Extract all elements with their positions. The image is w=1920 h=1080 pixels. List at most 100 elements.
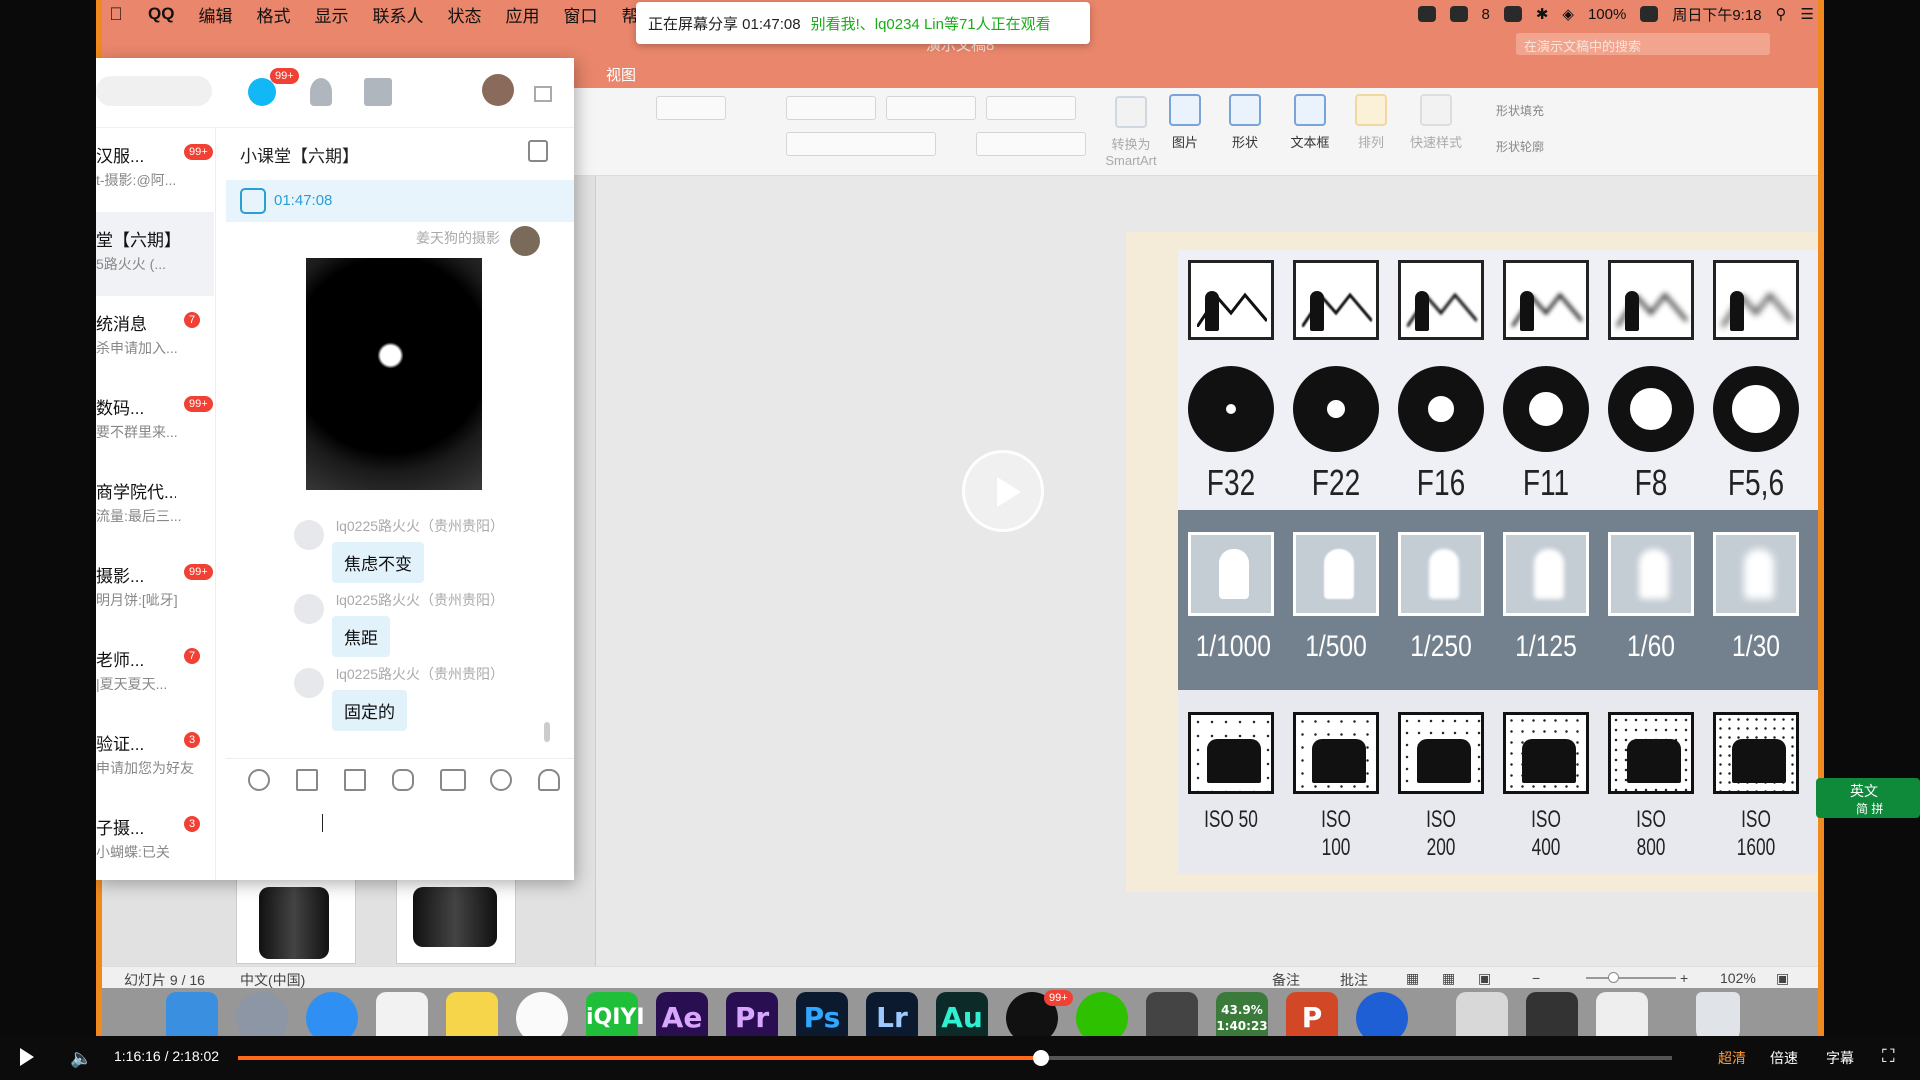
qq-search-input[interactable] [96,76,212,106]
shape-button[interactable]: 形状 [1220,94,1270,151]
record-icon[interactable] [1449,6,1468,22]
menu-window[interactable]: 窗口 [551,2,609,27]
msg-bubble-1[interactable]: 焦虑不变 [332,542,424,583]
message-input[interactable] [226,800,574,880]
audition-icon[interactable]: Au [936,992,988,1036]
folder-icon[interactable] [344,769,366,791]
shared-photo[interactable] [306,258,482,490]
menu-edit[interactable]: 编辑 [186,2,244,27]
reminders-icon[interactable] [376,992,428,1036]
msg-bubble-3[interactable]: 固定的 [332,690,407,731]
picture-button[interactable]: 图片 [1160,94,1210,151]
messages-icon[interactable] [248,78,276,106]
progress-knob[interactable] [1033,1050,1050,1066]
screen-share-banner[interactable]: 正在屏幕分享 01:47:08 别看我!、lq0234 Lin等71人正在观看 [636,2,1090,44]
indent-button[interactable] [886,96,976,120]
fit-window-icon[interactable]: ▣ [1776,970,1789,987]
language-indicator[interactable]: 中文(中国) [240,970,305,990]
activity-widget[interactable]: 43.9% 1:40:23 [1216,992,1268,1036]
menu-status[interactable]: 状态 [435,2,493,27]
slideshow-view-icon[interactable]: ▣ [1478,970,1491,987]
chat-info-icon[interactable] [528,140,548,162]
iqiyi-icon[interactable]: iQIYI [586,992,645,1036]
quicktime-icon[interactable] [1356,992,1408,1036]
shape-outline-button[interactable]: 形状轮廓 [1496,138,1544,155]
premiere-icon[interactable]: Pr [726,992,778,1036]
slide-thumbnail-lens-2[interactable] [396,878,516,964]
ime-indicator[interactable]: 英文 简 拼 [1816,778,1920,818]
slide-thumbnail-lens-1[interactable] [236,878,356,964]
screen-share-notice[interactable]: 01:47:08 [226,180,574,222]
finder-icon[interactable] [166,992,218,1036]
photos-icon[interactable] [516,992,568,1036]
preview-window-2[interactable] [1526,992,1578,1036]
sidebar-toggle-icon[interactable] [534,86,552,102]
msg-avatar-2[interactable] [294,594,324,624]
wechat-icon[interactable] [1076,992,1128,1036]
photoshop-icon[interactable]: Ps [796,992,848,1036]
microphone-icon[interactable] [392,769,414,791]
notes-icon[interactable] [446,992,498,1036]
emoji-icon[interactable] [248,769,270,791]
smartart-button[interactable]: 转换为 SmartArt [1096,96,1166,168]
menu-app-qq[interactable]: QQ [136,4,186,24]
video-call-icon[interactable] [440,769,466,791]
battery-percent[interactable]: 100% [1588,6,1626,23]
sorter-view-icon[interactable]: ▦ [1442,970,1455,987]
bullets-button[interactable] [786,96,876,120]
conversation-item[interactable]: 统消息 杀申请加入... 7 [96,296,214,380]
slide[interactable]: F32F22F16F11F8F5,6F4F2,8F2F1,4 1/10001/5… [1126,232,1824,892]
safari-icon[interactable] [306,992,358,1036]
comments-button[interactable]: 批注 [1340,970,1368,990]
tab-view[interactable]: 视图 [606,64,636,85]
photo-sender-avatar[interactable] [510,226,540,256]
menu-view[interactable]: 显示 [302,2,360,27]
zoom-slider[interactable] [1586,977,1676,979]
camera-icon[interactable] [1146,992,1198,1036]
spotlight-icon[interactable]: ⚲ [1776,5,1787,23]
preview-window-3[interactable] [1596,992,1648,1036]
shape-fill-button[interactable]: 形状填充 [1496,102,1544,119]
slide-canvas[interactable]: F32F22F16F11F8F5,6F4F2,8F2F1,4 1/10001/5… [596,176,1824,966]
user-avatar[interactable] [482,74,514,106]
zoom-in-icon[interactable]: + [1680,970,1688,986]
notification-icon[interactable]: ☰ [1801,5,1814,23]
menu-apps[interactable]: 应用 [493,2,551,27]
align-buttons[interactable] [786,132,936,156]
speed-button[interactable]: 倍速 [1770,1048,1798,1068]
adobe-tray-count[interactable]: 8 [1482,6,1490,23]
preview-window-1[interactable] [1456,992,1508,1036]
screen-share-viewers[interactable]: 别看我!、lq0234 Lin等71人正在观看 [811,13,1051,34]
qq-tray-icon[interactable] [1417,6,1436,22]
menu-contacts[interactable]: 联系人 [360,2,435,27]
cloud-icon[interactable] [1503,6,1522,22]
zoom-out-icon[interactable]: − [1532,970,1540,986]
zoom-percent[interactable]: 102% [1720,970,1756,986]
conversation-item[interactable]: 商学院代... 流量:最后三... [96,464,214,548]
wifi-icon[interactable]: ◈ [1562,5,1574,23]
scissors-icon[interactable] [296,769,318,791]
msg-avatar-3[interactable] [294,668,324,698]
contacts-icon[interactable] [310,78,332,106]
fullscreen-icon[interactable]: ⛶ [1882,1046,1895,1067]
columns-button[interactable] [976,132,1086,156]
history-icon[interactable] [490,769,512,791]
zoom-slider-knob[interactable] [1608,972,1619,983]
line-spacing-button[interactable] [986,96,1076,120]
after-effects-icon[interactable]: Ae [656,992,708,1036]
input-icon[interactable] [1640,6,1659,22]
bluetooth-icon[interactable]: ✱ [1536,5,1549,23]
msg-bubble-2[interactable]: 焦距 [332,616,390,657]
subtitle-button[interactable]: 字幕 [1826,1048,1854,1068]
quality-button[interactable]: 超清 [1718,1048,1746,1068]
normal-view-icon[interactable]: ▦ [1406,970,1419,987]
apple-icon[interactable]:  [96,4,136,25]
font-size-increase[interactable] [656,96,726,120]
arrange-button[interactable]: 排列 [1346,94,1396,151]
apps-grid-icon[interactable] [364,78,392,106]
notes-button[interactable]: 备注 [1272,970,1300,990]
chat-scrollbar[interactable] [544,722,550,742]
launchpad-icon[interactable] [236,992,288,1036]
conversation-item[interactable]: 子摄... 小蝴蝶:已关 3 [96,800,214,884]
trash-icon[interactable] [1696,992,1740,1036]
